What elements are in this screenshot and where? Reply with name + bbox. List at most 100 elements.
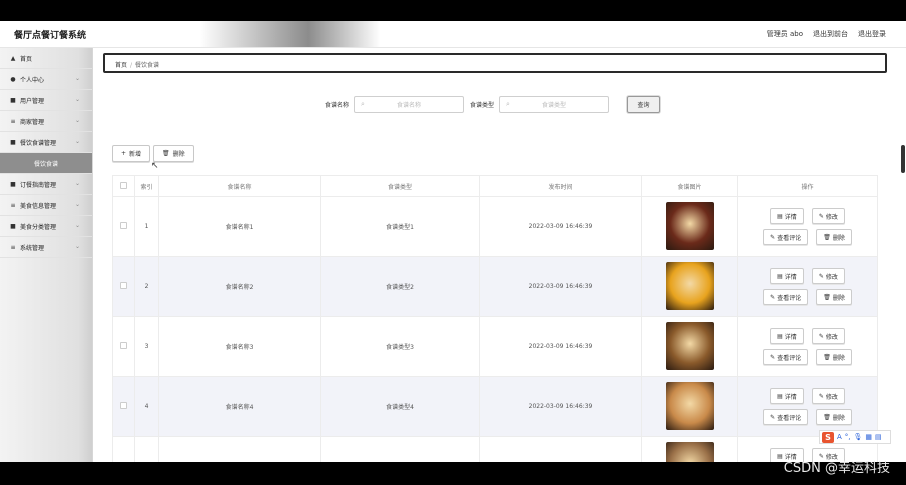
recipe-image[interactable] — [665, 441, 714, 462]
document-icon: ▤ — [777, 392, 783, 400]
sidebar-item-label: 餐饮食谱管理 — [20, 139, 57, 147]
row-recipe-name: 食谱名称5 — [158, 436, 321, 462]
add-button-label: 新增 — [129, 151, 142, 158]
delete-button[interactable]: 🗑 删除 — [816, 229, 852, 245]
delete-label: 删除 — [832, 414, 845, 422]
detail-label: 详情 — [784, 333, 797, 341]
ime-lang-icon[interactable]: A — [837, 433, 842, 441]
ime-toolbar[interactable]: S A °, 🎙 ▦ ▤ — [819, 430, 891, 444]
sidebar-item-2[interactable]: ■ 用户管理 ⌄ — [0, 90, 92, 111]
row-select-cell — [112, 256, 135, 317]
row-publish-time: 2022-03-09 16:46:39 — [479, 256, 642, 317]
edit-button[interactable]: ✎ 修改 — [811, 208, 845, 224]
sidebar-item-7[interactable]: ≡ 美食信息管理 ⌄ — [0, 195, 92, 216]
sidebar-item-label: 美食分类管理 — [20, 223, 57, 231]
sidebar-item-0[interactable]: ▲ 首页 — [0, 48, 92, 69]
microphone-icon[interactable]: 🎙 — [854, 433, 863, 441]
view-comments-button[interactable]: ✎ 查看评论 — [763, 409, 809, 425]
detail-button[interactable]: ▤ 详情 — [770, 328, 804, 344]
detail-button[interactable]: ▤ 详情 — [770, 208, 804, 224]
ime-punct-icon[interactable]: °, — [845, 433, 851, 441]
recipe-image[interactable] — [665, 321, 714, 370]
trash-icon: 🗑 — [823, 233, 831, 241]
view-comments-button[interactable]: ✎ 查看评论 — [763, 229, 809, 245]
edit-button[interactable]: ✎ 修改 — [811, 328, 845, 344]
row-checkbox[interactable] — [120, 342, 127, 349]
row-recipe-name: 食谱名称1 — [158, 196, 321, 257]
table-header-row: 索引 食谱名称 食谱类型 发布时间 食谱图片 操作 — [112, 175, 878, 197]
view-comments-button[interactable]: ✎ 查看评论 — [763, 349, 809, 365]
select-all-checkbox[interactable] — [120, 181, 127, 189]
sidebar-item-5[interactable]: 餐饮食谱 — [0, 153, 92, 174]
sidebar-item-label: 系统管理 — [20, 244, 45, 252]
add-button[interactable]: + 新增 — [112, 145, 151, 162]
delete-label: 删除 — [832, 234, 845, 242]
sidebar-item-8[interactable]: ■ 美食分类管理 ⌄ — [0, 216, 92, 237]
sidebar-item-6[interactable]: ■ 订餐指南管理 ⌄ — [0, 174, 92, 195]
breadcrumb-home[interactable]: 首页 — [115, 62, 127, 69]
sidebar-item-label: 订餐指南管理 — [20, 181, 57, 189]
row-select-cell — [112, 196, 135, 257]
recipe-image[interactable] — [665, 381, 714, 430]
row-checkbox[interactable] — [120, 222, 127, 229]
detail-button[interactable]: ▤ 详情 — [770, 268, 804, 284]
grid-icon: ■ — [10, 96, 16, 104]
header-select[interactable] — [112, 175, 135, 197]
table-row: 2 食谱名称2 食谱类型2 2022-03-09 16:46:39 ▤ 详情 ✎ 修改 ✎ 查看评… — [112, 256, 878, 317]
chevron-down-icon: ⌄ — [74, 75, 80, 82]
sidebar-item-label: 用户管理 — [20, 97, 45, 105]
delete-button[interactable]: 🗑 删除 — [816, 409, 852, 425]
delete-button[interactable]: 🗑 删除 — [816, 349, 852, 365]
view-comments-label: 查看评论 — [777, 234, 802, 242]
recipe-type-input[interactable]: ⌕ 食谱类型 — [499, 96, 610, 113]
scrollbar-thumb[interactable] — [901, 145, 905, 173]
pencil-icon: ✎ — [818, 392, 824, 400]
breadcrumb-separator: / — [130, 62, 133, 69]
recipe-image[interactable] — [665, 201, 714, 250]
row-recipe-name: 食谱名称3 — [158, 316, 321, 377]
detail-button[interactable]: ▤ 详情 — [770, 388, 804, 404]
list-icon: ≡ — [10, 201, 16, 209]
row-index: 2 — [134, 256, 159, 317]
main-content: 首页 / 餐饮食谱 食谱名称 ⌕ 食谱名称 食谱类型 ⌕ 食谱类型 查询 + 新增 … — [93, 48, 906, 462]
delete-button[interactable]: 🗑 删除 — [816, 289, 852, 305]
recipe-name-input[interactable]: ⌕ 食谱名称 — [354, 96, 465, 113]
trash-icon: 🗑 — [823, 293, 831, 301]
edit-button[interactable]: ✎ 修改 — [811, 388, 845, 404]
row-checkbox[interactable] — [120, 282, 127, 289]
recipe-name-label: 食谱名称 — [325, 102, 350, 109]
watermark: CSDN @幸运科技 — [783, 461, 890, 476]
store-icon: ≡ — [10, 117, 16, 125]
pencil-icon: ✎ — [770, 233, 776, 241]
query-button[interactable]: 查询 — [627, 96, 661, 113]
row-publish-time: 2022-03-09 16:46:39 — [479, 436, 642, 462]
trash-icon: 🗑 — [162, 150, 170, 157]
grid-menu-icon[interactable]: ▤ — [875, 433, 882, 441]
chevron-down-icon: ⌄ — [74, 117, 80, 124]
edit-label: 修改 — [825, 333, 838, 341]
keyboard-icon[interactable]: ▦ — [865, 433, 872, 441]
pencil-icon: ✎ — [770, 293, 776, 301]
row-publish-time: 2022-03-09 16:46:39 — [479, 316, 642, 377]
search-bar: 食谱名称 ⌕ 食谱名称 食谱类型 ⌕ 食谱类型 查询 — [325, 96, 661, 113]
view-comments-button[interactable]: ✎ 查看评论 — [763, 289, 809, 305]
grid-icon: ■ — [10, 180, 16, 188]
delete-label: 删除 — [832, 354, 845, 362]
table-row: 3 食谱名称3 食谱类型3 2022-03-09 16:46:39 ▤ 详情 ✎ 修改 ✎ 查看评… — [112, 316, 878, 377]
recipe-type-label: 食谱类型 — [470, 102, 495, 109]
recipe-icon: ■ — [10, 138, 16, 146]
edit-button[interactable]: ✎ 修改 — [811, 268, 845, 284]
detail-label: 详情 — [784, 213, 797, 221]
row-operations: ▤详情 ✎修改✎查看评论 🗑删除 — [737, 316, 878, 377]
batch-delete-button[interactable]: 🗑 删除 — [153, 145, 194, 162]
row-checkbox[interactable] — [120, 402, 127, 409]
sidebar-item-4[interactable]: ■ 餐饮食谱管理 ⌄ — [0, 132, 92, 153]
trash-icon: 🗑 — [823, 353, 831, 361]
sidebar-item-3[interactable]: ≡ 商家管理 ⌄ — [0, 111, 92, 132]
recipe-image[interactable] — [665, 261, 714, 310]
row-recipe-type: 食谱类型1 — [320, 196, 480, 257]
sidebar-item-1[interactable]: ● 个人中心 ⌄ — [0, 69, 92, 90]
sidebar-item-9[interactable]: ≡ 系统管理 ⌄ — [0, 237, 92, 258]
logout-link[interactable]: 退出登录 — [858, 29, 886, 39]
back-to-front-link[interactable]: 退出到前台 — [813, 29, 848, 39]
